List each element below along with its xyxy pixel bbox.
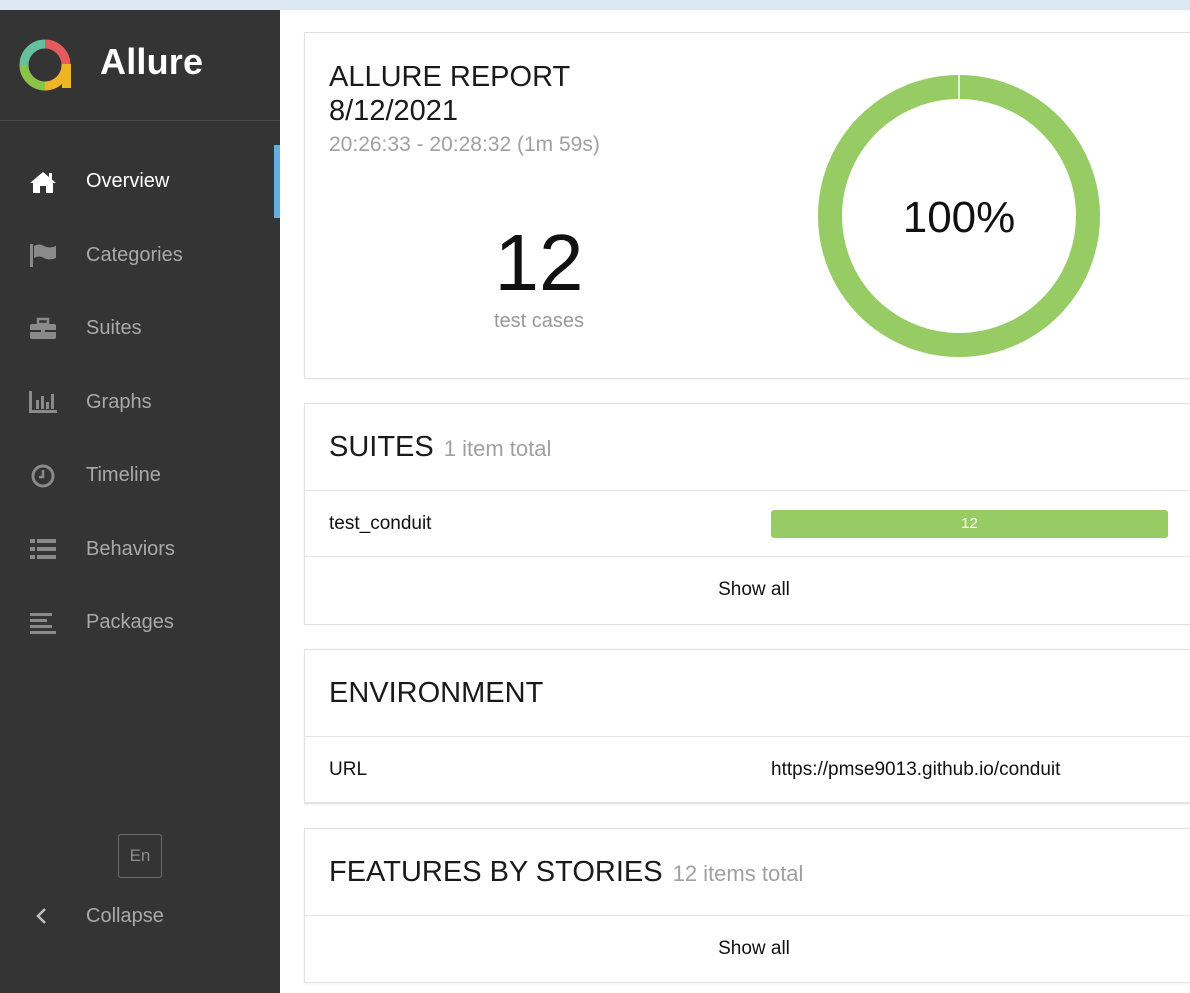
briefcase-icon	[28, 316, 58, 342]
brand[interactable]: Allure	[0, 10, 280, 121]
test-case-count-label: test cases	[493, 310, 585, 332]
suites-header: SUITES 1 item total	[305, 404, 1190, 491]
sidebar-item-behaviors[interactable]: Behaviors	[0, 513, 280, 587]
suites-title: SUITES	[329, 430, 434, 463]
sidebar-item-label: Overview	[86, 170, 170, 193]
environment-value: https://pmse9013.github.io/conduit	[771, 758, 1061, 780]
sidebar-item-overview[interactable]: Overview	[0, 145, 280, 219]
suite-row[interactable]: test_conduit 12	[305, 491, 1190, 557]
report-date: 8/12/2021	[329, 95, 459, 127]
sidebar-item-suites[interactable]: Suites	[0, 292, 280, 366]
sidebar-item-categories[interactable]: Categories	[0, 219, 280, 293]
features-widget: FEATURES BY STORIES 12 items total Show …	[304, 828, 1190, 983]
features-header: FEATURES BY STORIES 12 items total	[305, 829, 1190, 916]
clock-icon	[28, 463, 58, 489]
environment-row: URL https://pmse9013.github.io/conduit	[305, 737, 1190, 803]
allure-logo-icon	[19, 39, 71, 91]
main-content: ALLURE REPORT 8/12/2021 20:26:33 - 20:28…	[280, 10, 1190, 993]
list-icon	[28, 536, 58, 562]
features-show-all-link[interactable]: Show all	[305, 916, 1190, 982]
home-icon	[28, 169, 58, 195]
environment-title: ENVIRONMENT	[329, 676, 544, 709]
sidebar-item-label: Behaviors	[86, 537, 175, 560]
align-left-icon	[28, 610, 58, 636]
sidebar: Allure Overview Categories Suites Graphs…	[0, 10, 280, 993]
flag-icon	[28, 242, 58, 268]
sidebar-item-label: Graphs	[86, 390, 152, 413]
report-title: ALLURE REPORT	[329, 61, 571, 93]
sidebar-item-packages[interactable]: Packages	[0, 586, 280, 660]
sidebar-item-label: Categories	[86, 243, 183, 266]
suite-status-bar[interactable]: 12	[771, 509, 1168, 538]
chevron-left-icon	[36, 908, 46, 924]
sidebar-nav: Overview Categories Suites Graphs Timeli…	[0, 121, 280, 660]
summary-widget: ALLURE REPORT 8/12/2021 20:26:33 - 20:28…	[304, 32, 1190, 379]
sidebar-item-label: Suites	[86, 317, 142, 340]
collapse-button[interactable]: Collapse	[34, 899, 164, 933]
environment-key: URL	[329, 758, 368, 780]
pass-rate-label: 100%	[902, 193, 1016, 242]
features-title: FEATURES BY STORIES	[329, 855, 663, 888]
suites-subtitle: 1 item total	[443, 436, 552, 461]
suites-show-all-link[interactable]: Show all	[305, 557, 1190, 623]
test-case-count: 12	[494, 218, 584, 307]
brand-title: Allure	[100, 41, 204, 82]
collapse-label: Collapse	[86, 904, 164, 927]
sidebar-item-graphs[interactable]: Graphs	[0, 366, 280, 440]
features-subtitle: 12 items total	[672, 861, 804, 886]
sidebar-item-label: Packages	[86, 611, 174, 634]
app-window: Allure Overview Categories Suites Graphs…	[0, 10, 1190, 993]
suites-widget: SUITES 1 item total test_conduit 12 Show…	[304, 403, 1190, 625]
environment-widget: ENVIRONMENT URL https://pmse9013.github.…	[304, 649, 1190, 804]
language-button[interactable]: En	[118, 834, 162, 878]
suite-name: test_conduit	[329, 512, 432, 534]
environment-header: ENVIRONMENT	[305, 650, 1190, 737]
sidebar-item-timeline[interactable]: Timeline	[0, 439, 280, 513]
report-time-range: 20:26:33 - 20:28:32 (1m 59s)	[329, 133, 600, 156]
bar-chart-icon	[28, 389, 58, 415]
sidebar-item-label: Timeline	[86, 464, 161, 487]
